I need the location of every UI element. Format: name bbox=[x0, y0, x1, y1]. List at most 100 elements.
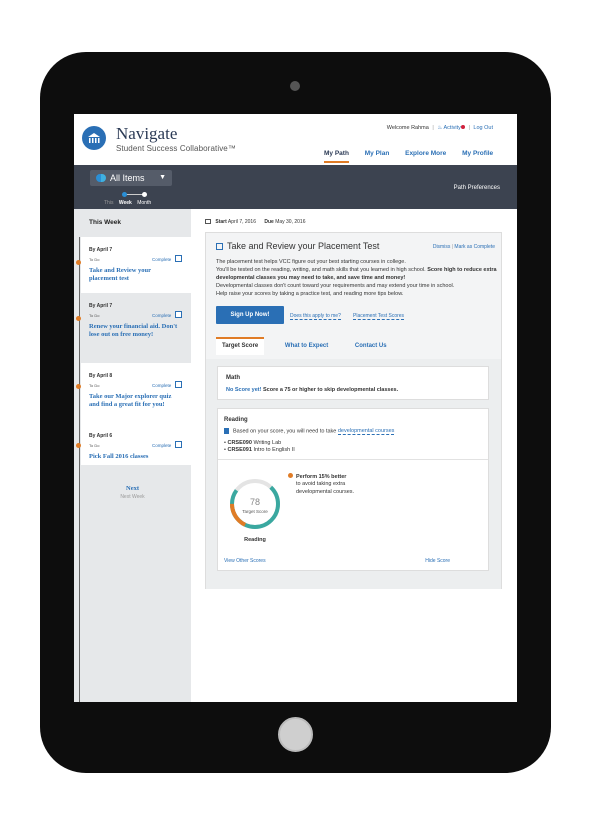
task-tabs: Target Score What to Expect Contact Us bbox=[216, 337, 406, 355]
week-header: This Week bbox=[74, 209, 191, 237]
main-content: Start April 7, 2016 Due May 30, 2016 Tak… bbox=[191, 209, 517, 702]
developmental-courses-link[interactable]: developmental courses bbox=[337, 428, 395, 436]
perform-message: Perform 15% better to avoid taking extra… bbox=[288, 473, 354, 496]
math-score-card: Math No Score yet! Score a 75 or higher … bbox=[217, 366, 489, 400]
apply-link[interactable]: Does this apply to me? bbox=[290, 313, 341, 320]
task-title[interactable]: Take and Review your placement test bbox=[89, 267, 179, 283]
task-status: To Do bbox=[89, 383, 100, 388]
tab-target-score[interactable]: Target Score bbox=[216, 337, 265, 355]
target-score-gauge: 78 Target Score bbox=[230, 479, 280, 529]
target-score-label: Target Score bbox=[242, 509, 268, 514]
app-subtitle: Student Success Collaborative™ bbox=[116, 144, 236, 153]
desc-line-1: The placement test helps VCC figure out … bbox=[216, 259, 406, 265]
nav-my-plan[interactable]: My Plan bbox=[365, 150, 390, 161]
course-code: CRSE091 bbox=[227, 447, 252, 453]
chevron-down-icon: ▼ bbox=[159, 174, 166, 181]
task-heading: Take and Review your Placement Test bbox=[216, 241, 379, 251]
reading-score-card: Reading Based on your score, you will ne… bbox=[217, 408, 489, 571]
complete-checkbox[interactable] bbox=[175, 381, 182, 388]
math-goal: Score a 75 or higher to skip development… bbox=[263, 387, 399, 393]
math-title: Math bbox=[226, 375, 240, 381]
orange-dot-icon bbox=[288, 473, 293, 478]
task-card-1[interactable]: By April 7 To Do Complete Take and Revie… bbox=[81, 237, 191, 293]
complete-label[interactable]: Complete bbox=[152, 313, 171, 318]
complete-label[interactable]: Complete bbox=[152, 443, 171, 448]
task-due: By April 7 bbox=[89, 303, 113, 309]
tab-contact-us[interactable]: Contact Us bbox=[349, 339, 393, 355]
task-due: By April 7 bbox=[89, 247, 113, 253]
app-title: Navigate bbox=[116, 124, 178, 143]
desc-line-4: Help raise your scores by taking a pract… bbox=[216, 290, 404, 297]
timeline-dot bbox=[76, 316, 81, 321]
complete-checkbox[interactable] bbox=[175, 311, 182, 318]
dismiss-link[interactable]: Dismiss bbox=[433, 244, 451, 250]
gauge-caption: Reading bbox=[244, 537, 266, 543]
next-week-link[interactable]: Next Next Week bbox=[74, 485, 191, 500]
nav-my-path[interactable]: My Path bbox=[324, 150, 349, 163]
perform-text-1: to avoid taking extra bbox=[296, 481, 346, 488]
task-title[interactable]: Pick Fall 2016 classes bbox=[89, 453, 179, 461]
start-date: April 7, 2016 bbox=[227, 219, 256, 225]
timeline-dot bbox=[76, 384, 81, 389]
notification-dot bbox=[460, 125, 465, 129]
range-this[interactable]: This bbox=[104, 200, 113, 206]
bell-icon[interactable]: ♨ bbox=[437, 125, 442, 131]
task-card-3[interactable]: By April 8 To Do Complete Take our Major… bbox=[81, 363, 191, 423]
due-date: May 30, 2016 bbox=[275, 219, 306, 225]
complete-label[interactable]: Complete bbox=[152, 257, 171, 262]
task-detail-card: Take and Review your Placement Test Dism… bbox=[205, 232, 502, 589]
toggle-icon bbox=[96, 174, 106, 182]
mark-complete-link[interactable]: Mark as Complete bbox=[454, 244, 495, 250]
calendar-icon bbox=[205, 219, 211, 225]
task-status: To Do bbox=[89, 443, 100, 448]
task-title[interactable]: Take our Major explorer quiz and find a … bbox=[89, 393, 179, 409]
task-checkbox[interactable] bbox=[216, 243, 223, 251]
next-label[interactable]: Next bbox=[74, 485, 191, 492]
task-card-2[interactable]: By April 7 To Do Complete Renew your fin… bbox=[81, 293, 191, 363]
range-month[interactable]: Month bbox=[137, 200, 151, 206]
activity-link[interactable]: Activity bbox=[444, 125, 461, 131]
range-slider-handle-end[interactable] bbox=[142, 192, 147, 197]
view-other-scores-link[interactable]: View Other Scores bbox=[224, 558, 266, 564]
hide-score-link[interactable]: Hide Score bbox=[425, 558, 450, 564]
task-actions: Dismiss | Mark as Complete bbox=[432, 244, 495, 250]
complete-checkbox[interactable] bbox=[175, 441, 182, 448]
timeline-line bbox=[79, 209, 80, 702]
tab-what-to-expect[interactable]: What to Expect bbox=[279, 339, 334, 355]
all-items-dropdown[interactable]: All Items ▼ bbox=[90, 170, 172, 186]
range-week[interactable]: Week bbox=[119, 200, 132, 206]
week-heading: This Week bbox=[89, 219, 122, 226]
task-title[interactable]: Renew your financial aid. Don't lose out… bbox=[89, 323, 179, 339]
complete-checkbox[interactable] bbox=[175, 255, 182, 262]
task-card-4[interactable]: By April 6 To Do Complete Pick Fall 2016… bbox=[81, 423, 191, 465]
timeline-dot bbox=[76, 260, 81, 265]
sign-up-button[interactable]: Sign Up Now! bbox=[216, 306, 284, 324]
account-links: Welcome Rahma | ♨ Activity | Log Out bbox=[386, 125, 493, 131]
next-week-label: Next Week bbox=[120, 494, 145, 500]
test-scores-link[interactable]: Placement Test Scores bbox=[353, 313, 405, 320]
desc-line-2: You'll be tested on the reading, writing… bbox=[216, 266, 426, 273]
perform-bold: Perform 15% better bbox=[296, 474, 347, 480]
path-preferences-link[interactable]: Path Preferences bbox=[454, 185, 500, 191]
task-dates: Start April 7, 2016 Due May 30, 2016 bbox=[205, 219, 306, 225]
range-slider-handle-start[interactable] bbox=[122, 192, 127, 197]
nav-explore-more[interactable]: Explore More bbox=[405, 150, 446, 161]
complete-label[interactable]: Complete bbox=[152, 383, 171, 388]
range-labels: This Week Month bbox=[104, 200, 155, 206]
target-score-value: 78 bbox=[250, 497, 260, 507]
course-name: Writing Lab bbox=[253, 440, 282, 446]
navigate-logo-icon bbox=[82, 126, 106, 150]
perform-text-2: developmental courses. bbox=[296, 488, 355, 495]
task-description: The placement test helps VCC figure out … bbox=[216, 259, 498, 299]
nav-my-profile[interactable]: My Profile bbox=[462, 150, 493, 161]
app-screen: Navigate Student Success Collaborative™ … bbox=[74, 114, 517, 702]
timeline-dot bbox=[76, 443, 81, 448]
logout-link[interactable]: Log Out bbox=[473, 125, 493, 131]
task-status: To Do bbox=[89, 313, 100, 318]
book-icon bbox=[224, 428, 229, 434]
app-header: Navigate Student Success Collaborative™ … bbox=[74, 114, 517, 165]
due-label: Due bbox=[264, 219, 274, 225]
home-button[interactable] bbox=[278, 717, 313, 752]
desc-line-3: Developmental classes don't count toward… bbox=[216, 282, 455, 289]
course-item: • CRSE091 Intro to English II bbox=[224, 447, 295, 453]
